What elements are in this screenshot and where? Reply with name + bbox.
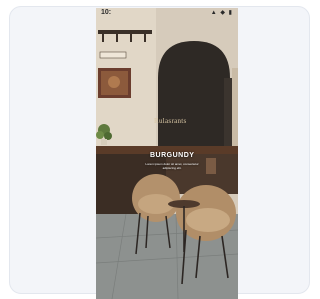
restaurant-sign: Rulasrants bbox=[154, 117, 187, 125]
status-bar: 10: ▲ ◆ ▮ bbox=[96, 8, 238, 20]
status-icons: ▲ ◆ ▮ bbox=[210, 10, 233, 16]
brand-title: BURGUNDY bbox=[150, 152, 195, 159]
phone-screenshot[interactable]: 10: ▲ ◆ ▮ Rulasrants BURGUNDY Lorem ipsu… bbox=[96, 8, 238, 299]
status-time: 10: bbox=[101, 9, 112, 16]
brand-subtitle: Lorem ipsum dolor sit amet, consectetur … bbox=[145, 162, 199, 170]
